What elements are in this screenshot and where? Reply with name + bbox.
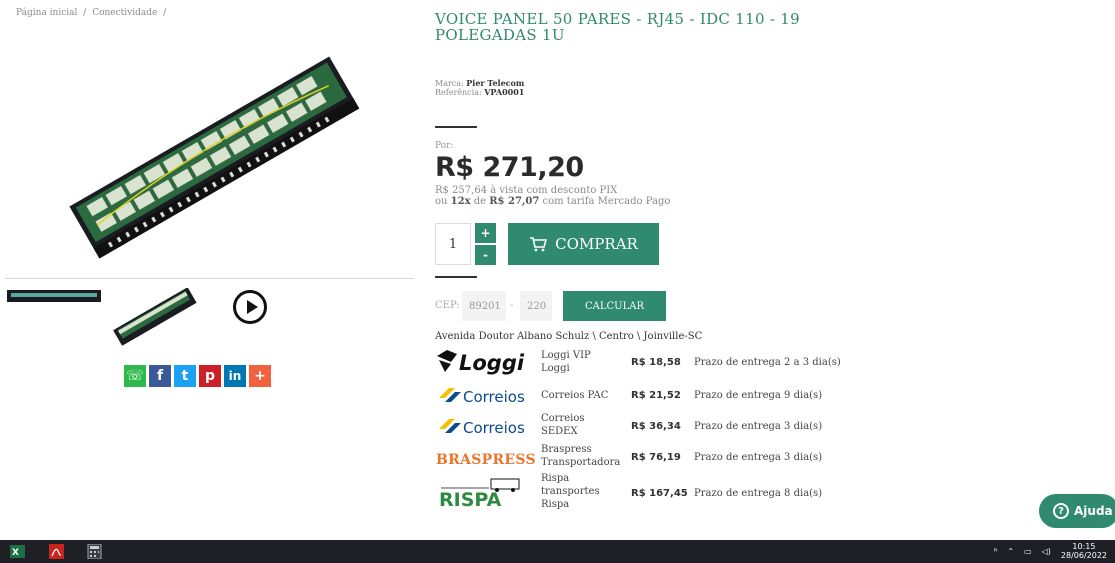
shipping-price: R$ 18,58 xyxy=(631,357,681,368)
cep-field-part2[interactable]: 220 xyxy=(520,291,552,321)
clock-date: 28/06/2022 xyxy=(1060,551,1107,560)
share-bar: ☏ f t p in + xyxy=(124,365,271,387)
shipping-address: Avenida Doutor Albano Schulz \ Centro \ … xyxy=(435,331,703,342)
clock-time: 10:15 xyxy=(1072,542,1096,551)
svg-text:Loggi: Loggi xyxy=(459,351,525,375)
installment-suffix: com tarifa Mercado Pago xyxy=(542,196,671,207)
thumbnail-front[interactable] xyxy=(6,284,102,306)
shipping-prazo: Prazo de entrega 3 dia(s) xyxy=(694,452,823,463)
price-details: R$ 257,64 à vista com desconto PIX ou 12… xyxy=(435,185,670,207)
shipping-price: R$ 36,34 xyxy=(631,421,681,432)
plus-icon[interactable]: + xyxy=(249,365,271,387)
correios-logo: Correios xyxy=(439,419,525,437)
svg-text:Correios: Correios xyxy=(463,388,525,406)
installment-prefix: ou xyxy=(435,196,448,207)
chevron-up-icon[interactable]: ⌃ xyxy=(1007,547,1014,556)
braspress-logo: BRASPRESS xyxy=(436,452,536,468)
por-label: Por: xyxy=(435,141,454,151)
shipping-option: RISPA Rispa transportes Rispa R$ 167,45 … xyxy=(435,472,855,516)
cart-icon xyxy=(530,237,548,252)
shipping-rule xyxy=(435,276,477,278)
svg-text:BRASPRESS: BRASPRESS xyxy=(436,452,536,468)
volume-icon[interactable]: ◁) xyxy=(1042,547,1051,556)
cep-dash: - xyxy=(510,300,514,311)
shipping-price: R$ 167,45 xyxy=(631,488,688,499)
price-rule xyxy=(435,126,477,128)
shipping-prazo: Prazo de entrega 3 dia(s) xyxy=(694,421,823,432)
loggi-logo: Loggi xyxy=(437,350,525,375)
taskbar: X ᴿ ⌃ ▭ ◁) 10:15 28/06/2022 xyxy=(0,540,1115,563)
help-icon: ? xyxy=(1053,503,1069,519)
ref-value: VPA0001 xyxy=(484,87,525,97)
installment-mid: de xyxy=(473,196,487,207)
whatsapp-icon[interactable]: ☏ xyxy=(124,365,146,387)
help-label: Ajuda xyxy=(1074,504,1113,518)
shipping-name: Correios SEDEX xyxy=(541,413,585,437)
breadcrumb-category-link[interactable]: Conectividade xyxy=(92,8,157,18)
product-title: VOICE PANEL 50 PARES - RJ45 - IDC 110 - … xyxy=(435,10,800,44)
breadcrumb-home-link[interactable]: Página inicial xyxy=(16,8,77,18)
svg-text:X: X xyxy=(12,548,19,558)
shipping-option: Loggi Loggi VIP Loggi R$ 18,58 Prazo de … xyxy=(435,346,855,380)
play-icon xyxy=(246,300,258,314)
ref-label: Referência: xyxy=(435,88,482,97)
installment-value: R$ 27,07 xyxy=(489,196,540,207)
linkedin-icon[interactable]: in xyxy=(224,365,246,387)
breadcrumb-separator: / xyxy=(83,8,87,18)
pinterest-icon[interactable]: p xyxy=(199,365,221,387)
shipping-name: Correios PAC xyxy=(541,390,609,401)
rispa-logo: RISPA xyxy=(439,478,520,511)
quantity-minus-button[interactable]: - xyxy=(475,245,496,265)
svg-text:Correios: Correios xyxy=(463,419,525,437)
svg-text:RISPA: RISPA xyxy=(439,489,502,511)
product-main-image xyxy=(69,56,360,259)
quantity-input[interactable]: 1 xyxy=(435,223,471,265)
breadcrumb: Página inicial / Conectividade / xyxy=(16,8,169,18)
system-tray: ᴿ ⌃ ▭ ◁) 10:15 28/06/2022 xyxy=(994,542,1107,560)
cep-field-part1[interactable]: 89201 xyxy=(462,291,506,321)
pix-text: à vista com desconto PIX xyxy=(490,185,618,196)
gallery-divider xyxy=(5,278,414,279)
buy-button[interactable]: COMPRAR xyxy=(508,223,659,265)
breadcrumb-separator: / xyxy=(163,8,167,18)
shipping-prazo: Prazo de entrega 2 a 3 dia(s) xyxy=(694,357,841,368)
calculate-shipping-button[interactable]: CALCULAR xyxy=(563,291,666,321)
product-price: R$ 271,20 xyxy=(435,152,584,183)
shipping-name: Rispa transportes Rispa xyxy=(541,473,600,510)
shipping-price: R$ 21,52 xyxy=(631,390,681,401)
thumbnail-angle[interactable] xyxy=(110,288,198,346)
pdf-icon[interactable] xyxy=(49,544,64,559)
shipping-name: Braspress Transportadora xyxy=(541,444,621,468)
brand-label: Marca: xyxy=(435,79,464,88)
buy-button-label: COMPRAR xyxy=(555,235,638,253)
facebook-icon[interactable]: f xyxy=(149,365,171,387)
cep-label: CEP: xyxy=(435,300,460,311)
shipping-prazo: Prazo de entrega 9 dia(s) xyxy=(694,390,823,401)
excel-icon[interactable]: X xyxy=(10,544,25,559)
help-button[interactable]: ? Ajuda xyxy=(1039,494,1115,528)
shipping-option: BRASPRESS Braspress Transportadora R$ 76… xyxy=(435,443,855,473)
clock[interactable]: 10:15 28/06/2022 xyxy=(1061,542,1107,560)
correios-logo: Correios xyxy=(439,388,525,406)
quantity-plus-button[interactable]: + xyxy=(475,223,496,243)
shipping-name: Loggi VIP Loggi xyxy=(541,350,591,374)
product-meta: Marca: Pier Telecom Referência: VPA0001 xyxy=(435,79,525,98)
shipping-price: R$ 76,19 xyxy=(631,452,681,463)
installment-count: 12x xyxy=(450,196,471,207)
people-icon[interactable]: ᴿ xyxy=(994,547,998,556)
shipping-option: Correios Correios SEDEX R$ 36,34 Prazo d… xyxy=(435,412,855,442)
shipping-option: Correios Correios PAC R$ 21,52 Prazo de … xyxy=(435,384,855,408)
calculator-icon[interactable] xyxy=(87,544,102,559)
pix-price: R$ 257,64 xyxy=(435,185,488,196)
twitter-icon[interactable]: t xyxy=(174,365,196,387)
video-play-button[interactable] xyxy=(233,290,267,324)
shipping-prazo: Prazo de entrega 8 dia(s) xyxy=(694,488,823,499)
network-icon[interactable]: ▭ xyxy=(1024,547,1032,556)
